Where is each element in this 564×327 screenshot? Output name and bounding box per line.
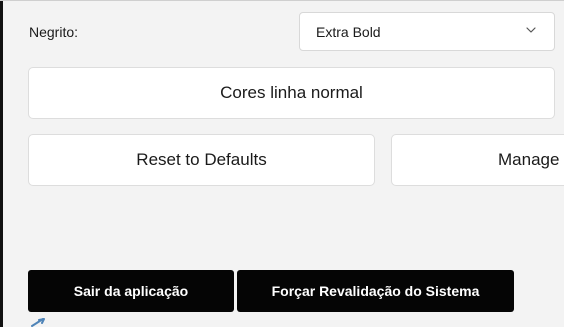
- bold-label: Negrito:: [29, 24, 79, 40]
- window-left-border: [0, 0, 3, 327]
- bold-select[interactable]: Extra Bold: [299, 12, 555, 51]
- bold-select-value: Extra Bold: [316, 24, 381, 40]
- manage-label: Manage: [498, 150, 560, 169]
- force-system-revalidation-label: Forçar Revalidação do Sistema: [271, 283, 480, 299]
- normal-line-colors-label: Cores linha normal: [220, 83, 363, 102]
- reset-defaults-button[interactable]: Reset to Defaults: [28, 134, 375, 186]
- window-top-border: [0, 0, 564, 1]
- exit-app-label: Sair da aplicação: [73, 283, 189, 299]
- reset-defaults-label: Reset to Defaults: [136, 150, 267, 169]
- normal-line-colors-button[interactable]: Cores linha normal: [28, 67, 555, 119]
- settings-panel: Negrito: Extra Bold Cores linha normal R…: [0, 0, 564, 327]
- exit-app-button[interactable]: Sair da aplicação: [28, 270, 234, 312]
- force-system-revalidation-button[interactable]: Forçar Revalidação do Sistema: [237, 270, 514, 312]
- cursor-icon: [31, 318, 55, 327]
- manage-button[interactable]: Manage: [391, 134, 564, 186]
- chevron-down-icon: [526, 25, 536, 35]
